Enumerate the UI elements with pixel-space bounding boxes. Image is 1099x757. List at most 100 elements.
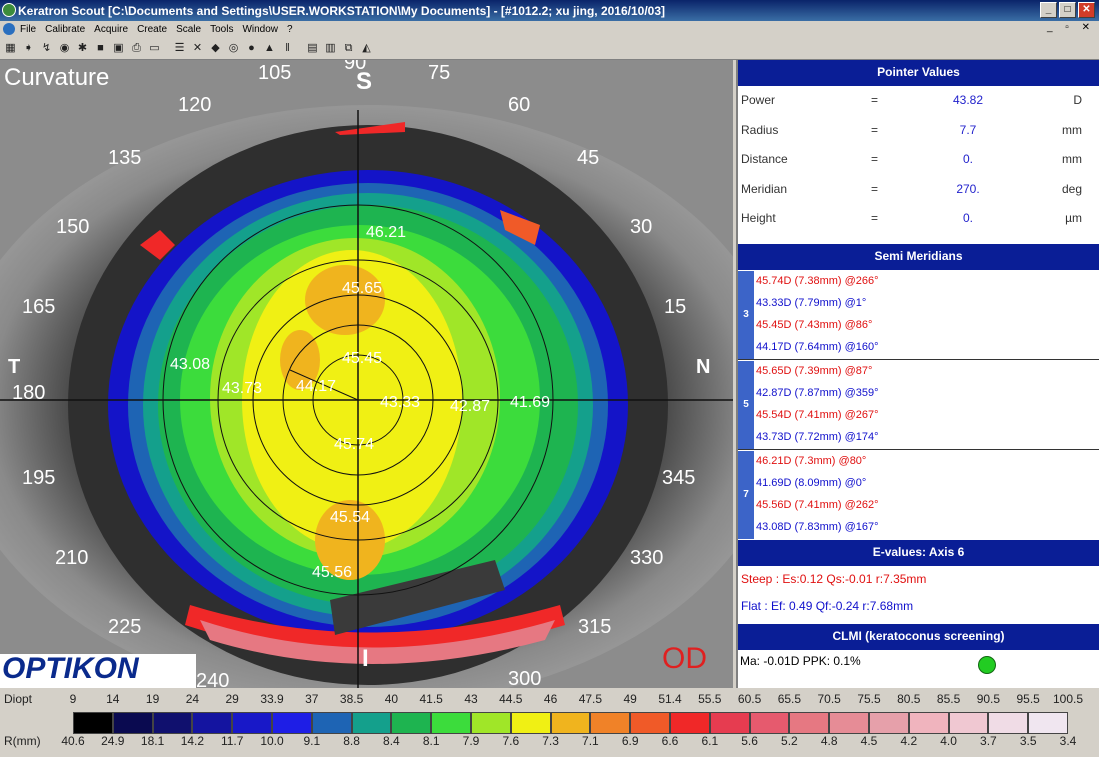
close-button[interactable]: ✕ bbox=[1078, 2, 1095, 18]
swatch-row bbox=[0, 712, 1099, 734]
minimize-button[interactable]: _ bbox=[1040, 2, 1057, 18]
save-all-icon[interactable]: ▣ bbox=[111, 41, 126, 56]
acquire-icon[interactable]: ➧ bbox=[21, 41, 36, 56]
temporal-label: T bbox=[8, 356, 21, 378]
radial-value: 44.17 bbox=[296, 378, 337, 395]
radial-value: 41.69 bbox=[510, 394, 551, 411]
radius-tick: 4.2 bbox=[900, 734, 918, 748]
eye-icon[interactable]: ◎ bbox=[226, 41, 241, 56]
diopter-tick: 38.5 bbox=[339, 692, 364, 706]
grid-icon[interactable]: ▥ bbox=[323, 41, 338, 56]
radial-value: 43.08 bbox=[170, 356, 211, 373]
diopter-tick: 65.5 bbox=[777, 692, 802, 706]
color-swatch bbox=[630, 712, 670, 734]
color-scale: Diopt 9 14 19 24 29 33.9 37 38.5 40 41.5 43 44.5 46 4… bbox=[0, 688, 1099, 757]
menu-scale[interactable]: Scale bbox=[176, 24, 201, 35]
print-icon[interactable]: ⎙ bbox=[129, 41, 144, 56]
menu-create[interactable]: Create bbox=[137, 24, 167, 35]
angle-label: 120 bbox=[178, 94, 212, 116]
axial-icon[interactable]: ▲ bbox=[262, 41, 277, 56]
diopter-tick: 29 bbox=[225, 692, 239, 706]
list-icon[interactable]: ☰ bbox=[172, 41, 187, 56]
pointer-row-meridian: Meridian = 270. deg bbox=[738, 175, 1099, 205]
radius-tick: 5.6 bbox=[741, 734, 758, 748]
rotate-icon[interactable]: ✱ bbox=[75, 41, 90, 56]
angle-label: 45 bbox=[577, 147, 600, 169]
diopter-tick: 43 bbox=[464, 692, 478, 706]
globe-icon[interactable]: ◉ bbox=[57, 41, 72, 56]
diopter-tick: 46 bbox=[543, 692, 558, 706]
contact-lens-icon[interactable]: ◭ bbox=[359, 41, 374, 56]
diopter-tick: 44.5 bbox=[499, 692, 523, 706]
open-icon[interactable]: ▦ bbox=[3, 41, 18, 56]
layers-icon[interactable]: ◆ bbox=[208, 41, 223, 56]
pointer-value: 270. bbox=[956, 181, 980, 196]
diopter-tick: 85.5 bbox=[936, 692, 961, 706]
mdi-controls[interactable]: _ ▫ ✕ bbox=[1047, 22, 1095, 33]
clmi-row: Ma: -0.01D PPK: 0.1% bbox=[738, 650, 1099, 676]
color-swatch bbox=[112, 712, 153, 734]
menu-tools[interactable]: Tools bbox=[210, 24, 233, 35]
compare-icon[interactable]: ⧉ bbox=[341, 41, 356, 56]
pointer-eq: = bbox=[871, 152, 879, 166]
semi-meridian-group-7: 7 46.21D (7.3mm) @80° 41.69D (8.09mm) @0… bbox=[738, 450, 1099, 540]
semi-meridian-row: 45.45D (7.43mm) @86° bbox=[756, 319, 873, 331]
angle-label: 315 bbox=[578, 616, 612, 638]
radius-tick: 4.5 bbox=[860, 734, 878, 748]
color-swatch bbox=[550, 712, 591, 734]
pointer-value: 0. bbox=[962, 152, 973, 166]
angle-label: 75 bbox=[428, 62, 451, 84]
pointer-unit: deg bbox=[1061, 181, 1082, 196]
radius-tick: 7.6 bbox=[502, 734, 520, 748]
diopter-tick: 90.5 bbox=[976, 692, 1001, 706]
map-icon[interactable]: ● bbox=[244, 41, 259, 56]
color-swatch bbox=[272, 712, 312, 734]
semi-meridian-row: 45.56D (7.41mm) @262° bbox=[756, 499, 879, 511]
diopter-tick: 55.5 bbox=[698, 692, 722, 706]
pointer-row-power: Power = 43.82 D bbox=[738, 86, 1099, 116]
menu-file[interactable]: File bbox=[20, 24, 36, 35]
diopter-tick: 95.5 bbox=[1016, 692, 1040, 706]
semi-meridian-row: 43.73D (7.72mm) @174° bbox=[756, 431, 879, 443]
color-swatch bbox=[789, 712, 830, 734]
color-swatch bbox=[948, 712, 989, 734]
color-swatch bbox=[351, 712, 392, 734]
clmi-status-indicator bbox=[978, 656, 996, 674]
angle-label: 180 bbox=[12, 382, 46, 404]
diopter-scale-row: Diopt 9 14 19 24 29 33.9 37 38.5 40 41.5 43 44.5 46 4… bbox=[0, 692, 1099, 714]
zone-orange-top bbox=[305, 265, 385, 335]
curvature-map[interactable]: Curvature S I T N 90 105 120 135 150 165… bbox=[0, 60, 733, 688]
delete-icon[interactable]: ✕ bbox=[190, 41, 205, 56]
radius-tick: 6.9 bbox=[621, 734, 639, 748]
angle-label: 225 bbox=[108, 616, 142, 638]
table-icon[interactable]: ▤ bbox=[305, 41, 320, 56]
pointer-eq: = bbox=[871, 122, 879, 137]
eyelash-icon[interactable]: ‖ bbox=[280, 41, 295, 56]
import-icon[interactable]: ↯ bbox=[39, 41, 54, 56]
diopter-tick: 49 bbox=[623, 692, 637, 706]
angle-label: 195 bbox=[22, 467, 56, 489]
color-swatch bbox=[192, 712, 233, 734]
menu-window[interactable]: Window bbox=[242, 24, 278, 35]
angle-label: 300 bbox=[508, 668, 542, 688]
pointer-values-table: Power = 43.82 D Radius = 7.7 mm Distance… bbox=[738, 86, 1099, 244]
document-icon[interactable] bbox=[3, 23, 15, 35]
pointer-row-radius: Radius = 7.7 mm bbox=[738, 116, 1099, 146]
menu-calibrate[interactable]: Calibrate bbox=[45, 24, 85, 35]
radius-tick: 11.7 bbox=[220, 734, 244, 748]
maximize-button[interactable]: □ bbox=[1059, 2, 1076, 18]
inferior-label: I bbox=[362, 645, 369, 672]
pointer-unit: D bbox=[1073, 93, 1082, 107]
diopter-tick: 75.5 bbox=[857, 692, 881, 706]
pointer-label: Radius bbox=[741, 122, 779, 137]
angle-label: 135 bbox=[108, 147, 142, 169]
semi-meridians-header: Semi Meridians bbox=[738, 244, 1099, 270]
diopter-tick: 47.5 bbox=[578, 692, 603, 706]
radial-value: 45.65 bbox=[342, 280, 383, 297]
angle-label: 105 bbox=[258, 62, 292, 84]
save-icon[interactable]: ■ bbox=[93, 41, 108, 56]
menu-help[interactable]: ? bbox=[287, 24, 293, 35]
menu-acquire[interactable]: Acquire bbox=[94, 24, 128, 35]
menu-bar: File Calibrate Acquire Create Scale Tool… bbox=[0, 21, 1099, 38]
monitor-icon[interactable]: ▭ bbox=[147, 41, 162, 56]
